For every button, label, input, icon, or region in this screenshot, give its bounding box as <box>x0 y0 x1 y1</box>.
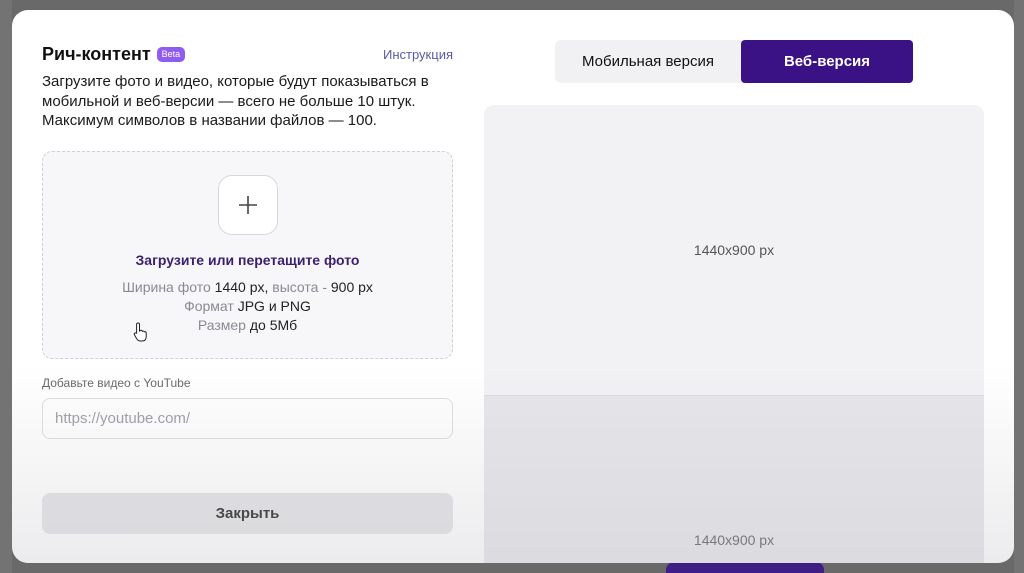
web-preview: 1440x900 px 1440x900 px <box>484 105 984 563</box>
photo-dropzone[interactable]: Загрузите или перетащите фото Ширина фот… <box>42 151 453 359</box>
spec-size-value: до 5Мб <box>249 317 298 333</box>
background-button <box>666 562 824 573</box>
preview-block: 1440x900 px <box>484 105 984 395</box>
spec-format-value: JPG и PNG <box>237 298 311 314</box>
modal-description: Загрузите фото и видео, которые будут по… <box>42 73 429 129</box>
spec-format-label: Формат <box>184 298 234 314</box>
plus-icon <box>239 196 257 214</box>
upload-title: Загрузите или перетащите фото <box>135 252 360 268</box>
tab-mobile-version[interactable]: Мобильная версия <box>555 40 741 83</box>
youtube-url-input[interactable] <box>42 398 453 439</box>
preview-size-label: 1440x900 px <box>693 532 775 548</box>
spec-height-value: 900 px <box>330 279 373 295</box>
upload-plus-button[interactable] <box>218 175 278 235</box>
tab-web-version[interactable]: Веб-версия <box>741 40 913 83</box>
title-row: Рич-контент Beta <box>42 44 186 65</box>
spec-width-label: Ширина фото <box>122 279 211 295</box>
preview-size-label: 1440x900 px <box>693 242 775 258</box>
spec-width-value: 1440 px, <box>214 279 269 295</box>
spec-height-label: высота - <box>272 279 327 295</box>
youtube-label: Добавьте видео с YouTube <box>42 376 191 390</box>
modal-title: Рич-контент <box>42 44 151 64</box>
instruction-link[interactable]: Инструкция <box>383 47 453 62</box>
spec-size-label: Размер <box>197 317 246 333</box>
rich-content-modal: Рич-контент Beta Инструкция Загрузите фо… <box>12 10 1014 563</box>
spec-size: Размер до 5Мб <box>43 317 452 333</box>
spec-dimensions: Ширина фото 1440 px, высота - 900 px <box>43 279 452 295</box>
beta-badge: Beta <box>156 47 186 62</box>
spec-format: Формат JPG и PNG <box>43 298 452 314</box>
hand-cursor-icon <box>133 322 147 342</box>
upload-panel: Рич-контент Beta Инструкция Загрузите фо… <box>42 10 454 563</box>
close-button[interactable]: Закрыть <box>42 493 453 534</box>
preview-block: 1440x900 px <box>484 395 984 563</box>
version-tabs: Мобильная версия Веб-версия <box>555 40 913 83</box>
